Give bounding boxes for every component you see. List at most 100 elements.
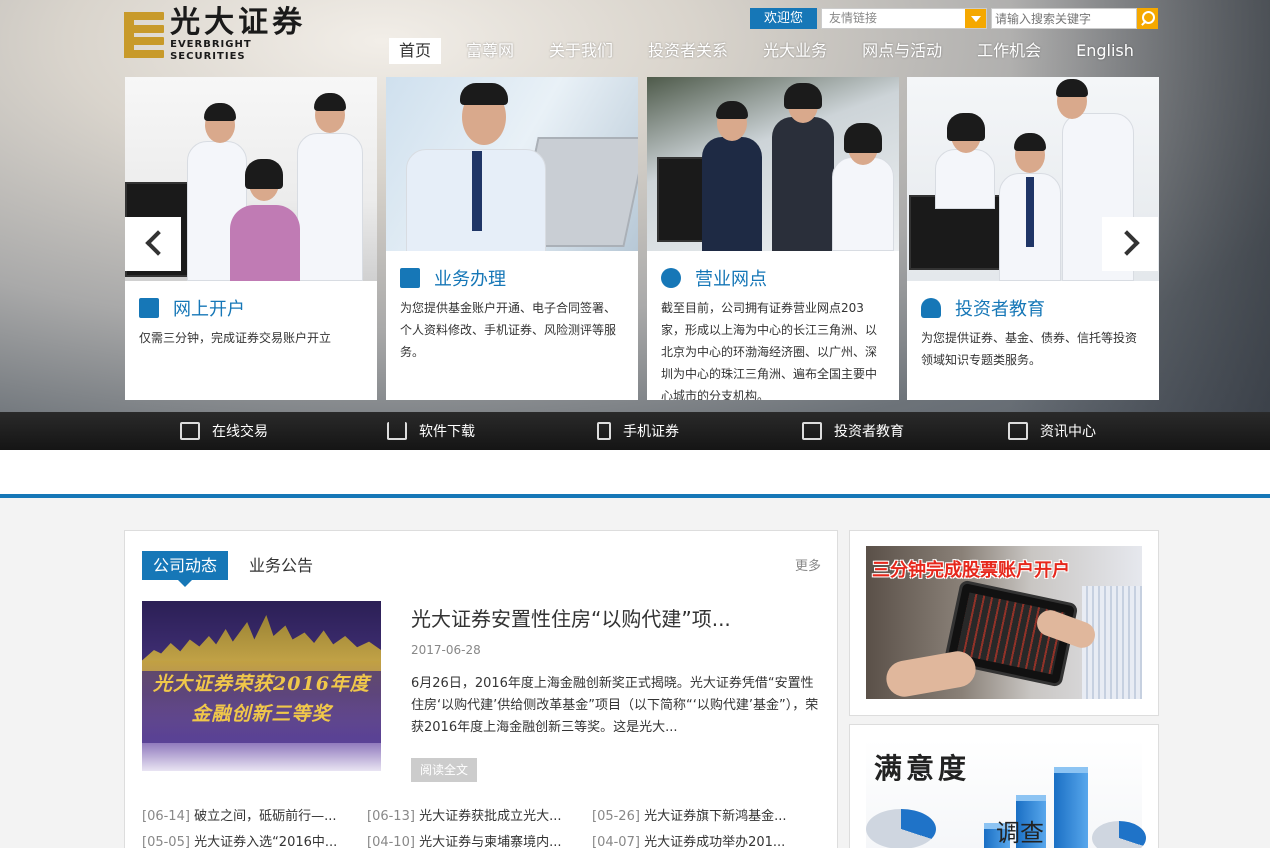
tab-business-announcements[interactable]: 业务公告: [238, 551, 324, 580]
section-divider: [0, 494, 1270, 498]
list-item-date: [05-05]: [142, 835, 190, 848]
list-item-date: [06-14]: [142, 809, 190, 824]
carousel-prev-button[interactable]: [125, 217, 181, 271]
card-desc: 截至目前，公司拥有证券营业网点203家，形成以上海为中心的长江三角洲、以北京为中…: [661, 301, 878, 400]
logo-name-cn: 光大证券: [170, 5, 307, 40]
card-title: 投资者教育: [921, 295, 1145, 321]
mobile-icon: [597, 422, 611, 440]
quick-label: 资讯中心: [1040, 424, 1096, 440]
terminal-icon: [180, 422, 200, 440]
list-item-date: [05-26]: [592, 809, 640, 824]
hero-banner: 光大证券 EVERBRIGHT SECURITIES 欢迎您 友情链接 首页 富…: [0, 0, 1270, 412]
list-item[interactable]: [05-05] 光大证券入选“2016中...: [142, 831, 352, 848]
nav-item-careers[interactable]: 工作机会: [967, 38, 1051, 64]
featured-news-image[interactable]: 光大证券荣获2016年度 金融创新三等奖: [142, 601, 381, 771]
welcome-label: 欢迎您: [750, 8, 817, 29]
nav-item-about[interactable]: 关于我们: [539, 38, 623, 64]
list-item-title: 光大证券成功举办201...: [644, 835, 786, 848]
logo-text: 光大证券 EVERBRIGHT SECURITIES: [170, 7, 324, 63]
chart-line-icon: [1008, 422, 1028, 440]
card-photo: [647, 77, 899, 251]
list-item[interactable]: [05-26] 光大证券旗下新鸿基金...: [592, 805, 802, 824]
nav-item-fuzun[interactable]: 富尊网: [456, 38, 524, 64]
quick-label: 投资者教育: [834, 424, 904, 440]
pie-graphic: [1092, 821, 1146, 848]
card-title: 网上开户: [139, 295, 363, 321]
list-item-title: 光大证券入选“2016中...: [194, 835, 338, 848]
search-icon[interactable]: [1137, 8, 1158, 29]
document-icon: [400, 268, 420, 288]
carousel-next-button[interactable]: [1102, 217, 1158, 271]
pie-graphic: [866, 809, 936, 848]
quick-access-bar: 在线交易 软件下载 手机证券 投资者教育 资讯中心: [0, 412, 1270, 450]
list-item-date: [04-07]: [592, 835, 640, 848]
list-item[interactable]: [04-10] 光大证券与柬埔寨境内...: [367, 831, 577, 848]
quick-online-trading[interactable]: 在线交易: [180, 412, 268, 450]
nav-item-investor-relations[interactable]: 投资者关系: [638, 38, 738, 64]
quick-mobile-securities[interactable]: 手机证券: [597, 412, 679, 450]
card-body: 网上开户 仅需三分钟，完成证券交易账户开立: [125, 281, 377, 349]
featured-image-text-2: 金融创新三等奖: [191, 703, 332, 725]
card-title-text: 投资者教育: [955, 299, 1045, 320]
list-item-date: [06-13]: [367, 809, 415, 824]
card-title: 业务办理: [400, 265, 624, 291]
featured-news-date: 2017-06-28: [411, 643, 481, 657]
tab-company-news[interactable]: 公司动态: [142, 551, 229, 587]
logo-mark-icon: [124, 12, 164, 58]
nav-item-english[interactable]: English: [1066, 38, 1144, 64]
nav-item-business[interactable]: 光大业务: [753, 38, 837, 64]
list-item-title: 破立之间，砥砺前行—...: [194, 809, 337, 824]
card-photo: [386, 77, 638, 251]
quick-software-download[interactable]: 软件下载: [387, 412, 475, 450]
list-item-title: 光大证券与柬埔寨境内...: [419, 835, 562, 848]
list-item[interactable]: [04-07] 光大证券成功举办201...: [592, 831, 802, 848]
nav-item-home[interactable]: 首页: [389, 38, 442, 64]
list-item-title: 光大证券旗下新鸿基金...: [644, 809, 787, 824]
featured-image-text-1: 光大证券荣获2016年度: [153, 673, 370, 695]
list-item[interactable]: [06-13] 光大证券获批成立光大...: [367, 805, 577, 824]
chevron-down-icon[interactable]: [965, 9, 986, 28]
read-more-button[interactable]: 阅读全文: [411, 758, 477, 782]
list-item-date: [04-10]: [367, 835, 415, 848]
list-item[interactable]: [06-14] 破立之间，砥砺前行—...: [142, 805, 352, 824]
search-input[interactable]: [991, 8, 1137, 29]
promo-panel: 三分钟完成股票账户开户: [849, 530, 1159, 716]
user-icon: [921, 298, 941, 318]
main-nav: 首页 富尊网 关于我们 投资者关系 光大业务 网点与活动 工作机会 Englis…: [389, 38, 1159, 64]
survey-title: 满意度: [874, 752, 971, 785]
card-desc: 为您提供证券、基金、债券、信托等投资领域知识专题类服务。: [921, 331, 1138, 367]
more-link[interactable]: 更多: [795, 555, 821, 574]
hand-graphic: [883, 648, 979, 699]
globe-icon: [661, 268, 681, 288]
card-desc: 仅需三分钟，完成证券交易账户开立: [139, 331, 332, 345]
card-business-handling[interactable]: 业务办理 为您提供基金账户开通、电子合同签署、个人资料修改、手机证券、风险测评等…: [386, 77, 638, 400]
card-body: 投资者教育 为您提供证券、基金、债券、信托等投资领域知识专题类服务。: [907, 281, 1159, 371]
quick-investor-education[interactable]: 投资者教育: [802, 412, 904, 450]
card-body: 营业网点 截至目前，公司拥有证券营业网点203家，形成以上海为中心的长江三角洲、…: [647, 251, 899, 400]
news-tabs: 公司动态 业务公告: [142, 551, 334, 587]
survey-subtitle: 调查: [996, 819, 1044, 847]
card-title-text: 营业网点: [695, 269, 767, 290]
featured-news-summary: 6月26日，2016年度上海金融创新奖正式揭晓。光大证券凭借“安置性住房‘以购代…: [411, 676, 819, 735]
card-title: 营业网点: [661, 265, 885, 291]
survey-panel: 满意度 调查: [849, 724, 1159, 848]
nav-item-branches[interactable]: 网点与活动: [852, 38, 952, 64]
card-branches[interactable]: 营业网点 截至目前，公司拥有证券营业网点203家，形成以上海为中心的长江三角洲、…: [647, 77, 899, 400]
promo-title: 三分钟完成股票账户开户: [872, 560, 1070, 581]
card-desc: 为您提供基金账户开通、电子合同签署、个人资料修改、手机证券、风险测评等服务。: [400, 301, 617, 359]
card-title-text: 业务办理: [434, 269, 506, 290]
card-title-text: 网上开户: [173, 299, 245, 320]
list-item-title: 光大证券获批成立光大...: [419, 809, 562, 824]
friend-links-placeholder: 友情链接: [829, 11, 878, 25]
quick-label: 软件下载: [419, 424, 475, 440]
featured-news-title[interactable]: 光大证券安置性住房“以购代建”项...: [411, 603, 811, 632]
promo-banner[interactable]: 三分钟完成股票账户开户: [866, 546, 1142, 699]
friend-links-select[interactable]: 友情链接: [821, 8, 987, 29]
quick-news-center[interactable]: 资讯中心: [1008, 412, 1096, 450]
book-icon: [802, 422, 822, 440]
logo[interactable]: 光大证券 EVERBRIGHT SECURITIES: [124, 7, 324, 63]
white-band: [0, 450, 1270, 495]
news-panel: 公司动态 业务公告 更多 光大证券荣获2016年度 金融创新三等奖 光大证券安置…: [124, 530, 838, 848]
download-icon: [387, 422, 407, 440]
id-card-icon: [139, 298, 159, 318]
